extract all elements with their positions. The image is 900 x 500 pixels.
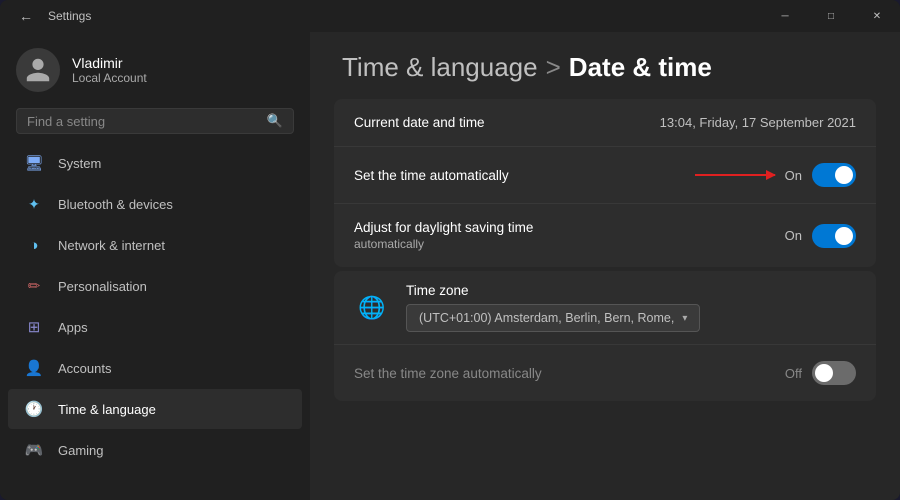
sidebar-item-gaming[interactable]: 🎮 Gaming [8, 430, 302, 470]
sidebar-item-label: Personalisation [58, 279, 147, 294]
timezone-content: Time zone (UTC+01:00) Amsterdam, Berlin,… [406, 283, 856, 332]
set-time-auto-label: Set the time automatically [354, 168, 509, 183]
set-time-auto-value: On [785, 168, 802, 183]
maximize-button[interactable]: □ [808, 0, 854, 32]
daylight-saving-right: On [785, 224, 856, 248]
user-name: Vladimir [72, 55, 147, 71]
settings-window: ← Settings ─ □ ✕ Vl [0, 0, 900, 500]
search-box[interactable]: 🔍 [16, 108, 294, 134]
timezone-auto-right: Off [785, 361, 856, 385]
current-datetime-value: 13:04, Friday, 17 September 2021 [660, 115, 856, 130]
sidebar-item-label: Time & language [58, 402, 156, 417]
time-icon: 🕐 [24, 399, 44, 419]
minimize-button[interactable]: ─ [762, 0, 808, 32]
timezone-auto-label: Set the time zone automatically [354, 366, 542, 381]
timezone-chevron-icon: ▾ [682, 313, 687, 324]
breadcrumb-current: Date & time [569, 52, 712, 83]
sidebar-item-label: Apps [58, 320, 88, 335]
user-role: Local Account [72, 71, 147, 85]
title-bar: ← Settings ─ □ ✕ [0, 0, 900, 32]
sidebar-item-accounts[interactable]: 👤 Accounts [8, 348, 302, 388]
nav-list: 🖥 System ✦ Bluetooth & devices ◑ Network… [0, 142, 310, 492]
set-time-auto-right: On [695, 163, 856, 187]
network-icon: ◑ [24, 235, 44, 255]
daylight-saving-row: Adjust for daylight saving time automati… [334, 204, 876, 267]
sidebar-item-personalisation[interactable]: ✏ Personalisation [8, 266, 302, 306]
set-time-auto-row: Set the time automatically On [334, 147, 876, 204]
daylight-saving-label: Adjust for daylight saving time [354, 220, 533, 235]
set-time-auto-toggle[interactable] [812, 163, 856, 187]
daylight-saving-value: On [785, 228, 802, 243]
timezone-auto-value: Off [785, 366, 802, 381]
close-button[interactable]: ✕ [854, 0, 900, 32]
avatar [16, 48, 60, 92]
current-datetime-label: Current date and time [354, 115, 485, 130]
sidebar-item-label: Network & internet [58, 238, 165, 253]
search-icon: 🔍 [267, 113, 283, 129]
settings-list: Current date and time 13:04, Friday, 17 … [310, 99, 900, 500]
date-time-card: Current date and time 13:04, Friday, 17 … [334, 99, 876, 267]
gaming-icon: 🎮 [24, 440, 44, 460]
timezone-card: 🌐 Time zone (UTC+01:00) Amsterdam, Berli… [334, 271, 876, 401]
user-section: Vladimir Local Account [0, 32, 310, 104]
apps-icon: ⊞ [24, 317, 44, 337]
bluetooth-icon: ✦ [24, 194, 44, 214]
main-layout: Vladimir Local Account 🔍 🖥 System ✦ Blue… [0, 32, 900, 500]
timezone-value: (UTC+01:00) Amsterdam, Berlin, Bern, Rom… [419, 311, 674, 325]
toggle-thumb [835, 166, 853, 184]
arrow-indicator [695, 174, 775, 176]
daylight-saving-toggle[interactable] [812, 224, 856, 248]
content-header: Time & language > Date & time [310, 32, 900, 99]
system-icon: 🖥 [24, 153, 44, 173]
sidebar: Vladimir Local Account 🔍 🖥 System ✦ Blue… [0, 32, 310, 500]
timezone-title: Time zone [406, 283, 856, 298]
timezone-auto-toggle[interactable] [812, 361, 856, 385]
sidebar-item-label: System [58, 156, 101, 171]
sidebar-item-label: Accounts [58, 361, 111, 376]
breadcrumb-separator: > [546, 52, 561, 83]
daylight-saving-labels: Adjust for daylight saving time automati… [354, 220, 533, 251]
arrow-line [695, 174, 775, 176]
sidebar-item-network[interactable]: ◑ Network & internet [8, 225, 302, 265]
window-title: Settings [48, 9, 91, 23]
sidebar-item-bluetooth[interactable]: ✦ Bluetooth & devices [8, 184, 302, 224]
toggle-thumb [815, 364, 833, 382]
toggle-thumb [835, 227, 853, 245]
timezone-row: 🌐 Time zone (UTC+01:00) Amsterdam, Berli… [334, 271, 876, 345]
sidebar-item-apps[interactable]: ⊞ Apps [8, 307, 302, 347]
breadcrumb-parent: Time & language [342, 52, 538, 83]
accounts-icon: 👤 [24, 358, 44, 378]
back-button[interactable]: ← [12, 2, 40, 30]
sidebar-item-time[interactable]: 🕐 Time & language [8, 389, 302, 429]
content-area: Time & language > Date & time Current da… [310, 32, 900, 500]
timezone-auto-row: Set the time zone automatically Off [334, 345, 876, 401]
sidebar-item-label: Bluetooth & devices [58, 197, 173, 212]
breadcrumb: Time & language > Date & time [342, 52, 868, 83]
sidebar-item-label: Gaming [58, 443, 104, 458]
daylight-saving-sublabel: automatically [354, 237, 533, 251]
timezone-dropdown[interactable]: (UTC+01:00) Amsterdam, Berlin, Bern, Rom… [406, 304, 700, 332]
timezone-globe-icon: 🌐 [354, 290, 390, 326]
sidebar-item-system[interactable]: 🖥 System [8, 143, 302, 183]
personalisation-icon: ✏ [24, 276, 44, 296]
user-info: Vladimir Local Account [72, 55, 147, 85]
search-input[interactable] [27, 114, 259, 129]
current-datetime-row: Current date and time 13:04, Friday, 17 … [334, 99, 876, 147]
window-controls: ─ □ ✕ [762, 0, 900, 32]
